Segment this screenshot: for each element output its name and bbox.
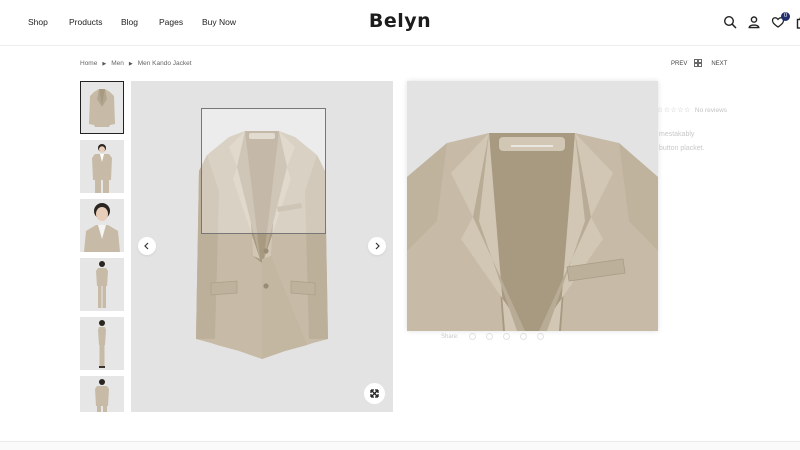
- wishlist-count-badge: 0: [781, 12, 790, 21]
- thumbnail-model-closeup[interactable]: [80, 199, 124, 252]
- pinterest-icon[interactable]: [502, 333, 510, 340]
- prev-image-button[interactable]: [138, 237, 156, 255]
- chevron-right-icon: [375, 242, 380, 250]
- breadcrumb: Home ▶ Men ▶ Men Kando Jacket: [80, 60, 192, 67]
- reviews-count[interactable]: No reviews: [695, 107, 727, 114]
- facebook-icon[interactable]: [468, 333, 476, 340]
- link-icon[interactable]: [536, 333, 544, 340]
- next-image-button[interactable]: [368, 237, 386, 255]
- next-product-link[interactable]: NEXT: [711, 61, 727, 67]
- product-pager: PREV NEXT: [671, 59, 727, 69]
- site-header: o Shop Products Blog Pages Buy Now Belyn…: [0, 0, 800, 46]
- nav-item-pages[interactable]: Pages: [159, 17, 202, 27]
- nav-item-buy-now[interactable]: Buy Now: [202, 17, 236, 27]
- main-product-image[interactable]: [131, 81, 393, 412]
- thumbnail-model-full[interactable]: [80, 140, 124, 193]
- breadcrumb-home[interactable]: Home: [80, 60, 97, 67]
- header-icons: 0: [723, 12, 800, 31]
- breadcrumb-separator-icon: ▶: [128, 60, 133, 67]
- thumbnail-model-profile[interactable]: [80, 317, 124, 370]
- breadcrumb-separator-icon: ▶: [102, 60, 107, 67]
- thumbnail-model-back[interactable]: [80, 376, 124, 412]
- description-line: button placket.: [659, 145, 705, 152]
- zoom-lens[interactable]: [201, 108, 326, 234]
- thumbnail-gallery: [80, 81, 124, 412]
- twitter-icon[interactable]: [485, 333, 493, 340]
- nav-item-blog[interactable]: Blog: [121, 17, 159, 27]
- product-description: mestakably button placket.: [659, 128, 705, 156]
- zoom-preview: [407, 81, 658, 331]
- breadcrumb-current: Men Kando Jacket: [137, 60, 192, 67]
- nav-item-home[interactable]: o: [0, 17, 28, 27]
- product-rating: ☆☆☆☆☆ No reviews: [657, 106, 727, 115]
- share-row: Share:: [441, 333, 544, 340]
- fullscreen-button[interactable]: [364, 383, 385, 404]
- grid-icon[interactable]: [694, 59, 703, 69]
- user-icon[interactable]: [747, 15, 771, 31]
- jacket-zoom-illustration: [407, 133, 658, 331]
- expand-icon: [370, 389, 379, 398]
- nav-item-shop[interactable]: Shop: [28, 17, 69, 27]
- chevron-left-icon: [144, 242, 149, 250]
- email-icon[interactable]: [519, 333, 527, 340]
- thumbnail-model-side[interactable]: [80, 258, 124, 311]
- nav-item-products[interactable]: Products: [69, 17, 121, 27]
- page-bottom-edge: [0, 441, 800, 450]
- thumbnail-jacket-front[interactable]: [80, 81, 124, 134]
- rating-stars-icon: ☆☆☆☆☆: [657, 107, 691, 114]
- main-nav: o Shop Products Blog Pages Buy Now: [0, 17, 236, 27]
- bag-icon[interactable]: [795, 15, 800, 31]
- share-label: Share:: [441, 333, 459, 340]
- prev-product-link[interactable]: PREV: [671, 61, 687, 67]
- description-line: mestakably: [659, 131, 695, 138]
- breadcrumb-men[interactable]: Men: [111, 60, 124, 67]
- search-icon[interactable]: [723, 15, 747, 31]
